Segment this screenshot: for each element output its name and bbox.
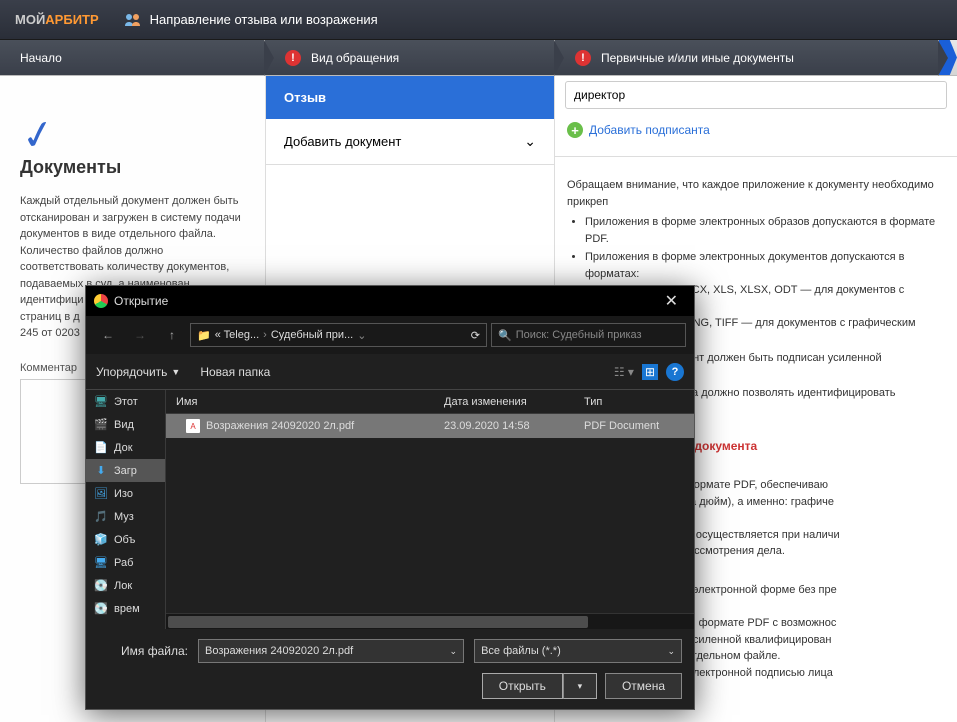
sidebar-desktop[interactable]: 🖥Раб: [86, 551, 165, 574]
organize-button[interactable]: Упорядочить ▼: [96, 365, 180, 379]
warning-icon: !: [575, 50, 591, 66]
video-icon: 🎬: [94, 418, 108, 431]
sidebar-this-pc[interactable]: 🖥Этот: [86, 390, 165, 413]
back-button[interactable]: ←: [94, 322, 122, 348]
dialog-titlebar[interactable]: Открытие ✕: [86, 286, 694, 316]
dialog-sidebar: 🖥Этот 🎬Вид 📄Док ⬇Загр 🖼Изо 🎵Муз 🧊Объ 🖥Ра…: [86, 390, 166, 629]
sidebar-videos[interactable]: 🎬Вид: [86, 413, 165, 436]
page-title-text: Направление отзыва или возражения: [150, 12, 378, 27]
col-type[interactable]: Тип: [584, 396, 694, 408]
file-open-dialog: Открытие ✕ ← → ↑ 📁 « Teleg... › Судебный…: [85, 285, 695, 710]
view-icon[interactable]: ☷ ▾: [614, 365, 634, 379]
col-name[interactable]: Имя: [166, 396, 444, 408]
disk-icon: 💽: [94, 579, 108, 592]
chevron-down-icon: ⌄: [524, 133, 536, 150]
sidebar-docs[interactable]: 📄Док: [86, 436, 165, 459]
new-folder-button[interactable]: Новая папка: [200, 365, 270, 379]
left-title: Документы: [20, 157, 245, 178]
download-icon: ⬇: [94, 464, 108, 477]
add-signer-button[interactable]: + Добавить подписанта: [555, 114, 957, 146]
folder-icon: 📁: [197, 329, 211, 342]
page-title: Направление отзыва или возражения: [114, 11, 378, 29]
document-icon: 📄: [94, 441, 108, 454]
search-icon: 🔍: [498, 329, 512, 342]
sidebar-downloads[interactable]: ⬇Загр: [86, 459, 165, 482]
open-button[interactable]: Открыть: [482, 673, 563, 699]
dialog-title: Открытие: [114, 294, 168, 308]
cube-icon: 🧊: [94, 533, 108, 546]
list-header[interactable]: Имя Дата изменения Тип: [166, 390, 694, 414]
nav-step-type[interactable]: ! Вид обращения: [265, 40, 555, 75]
plus-icon: +: [567, 122, 583, 138]
chrome-icon: [94, 294, 108, 308]
logo-part2: АРБИТР: [45, 12, 98, 27]
tab-review[interactable]: Отзыв: [266, 76, 554, 119]
sidebar-temp[interactable]: 💽врем: [86, 597, 165, 620]
checkmark-icon: ✓: [18, 77, 248, 161]
logo[interactable]: МОЙАРБИТР: [0, 12, 114, 27]
horizontal-scrollbar[interactable]: [166, 613, 694, 629]
preview-icon[interactable]: ⊞: [642, 364, 658, 380]
file-row[interactable]: A Возражения 24092020 2л.pdf 23.09.2020 …: [166, 414, 694, 438]
up-button[interactable]: ↑: [158, 322, 186, 348]
pc-icon: 🖥: [94, 395, 108, 408]
filetype-select[interactable]: Все файлы (*.*)⌄: [474, 639, 682, 663]
image-icon: 🖼: [94, 487, 108, 500]
disk-icon: 💽: [94, 602, 108, 615]
refresh-icon[interactable]: ⟳: [471, 329, 480, 342]
filename-input[interactable]: Возражения 24092020 2л.pdf⌄: [198, 639, 464, 663]
music-icon: 🎵: [94, 510, 108, 523]
col-date[interactable]: Дата изменения: [444, 396, 584, 408]
chevron-right-icon: ›: [263, 329, 267, 341]
sidebar-music[interactable]: 🎵Муз: [86, 505, 165, 528]
director-input[interactable]: [565, 81, 947, 109]
logo-part1: МОЙ: [15, 12, 45, 27]
file-list: Имя Дата изменения Тип A Возражения 2409…: [166, 390, 694, 629]
dialog-footer: Имя файла: Возражения 24092020 2л.pdf⌄ В…: [86, 629, 694, 709]
nav-step-start[interactable]: Начало: [0, 40, 265, 75]
close-button[interactable]: ✕: [657, 291, 686, 311]
add-document-button[interactable]: Добавить документ ⌄: [266, 119, 554, 165]
warning-icon: !: [285, 50, 301, 66]
pdf-icon: A: [186, 419, 200, 433]
nav-step-docs[interactable]: ! Первичные и/или иные документы: [555, 40, 939, 75]
path-breadcrumb[interactable]: 📁 « Teleg... › Судебный при... ⌄ ⟳: [190, 323, 487, 347]
desktop-icon: 🖥: [94, 556, 108, 569]
sidebar-images[interactable]: 🖼Изо: [86, 482, 165, 505]
filename-label: Имя файла:: [98, 644, 188, 658]
dialog-nav: ← → ↑ 📁 « Teleg... › Судебный при... ⌄ ⟳…: [86, 316, 694, 354]
open-dropdown[interactable]: ▾: [563, 673, 597, 699]
dropdown-icon[interactable]: ⌄: [357, 329, 366, 342]
forward-button[interactable]: →: [126, 322, 154, 348]
help-icon[interactable]: ?: [666, 363, 684, 381]
app-header: МОЙАРБИТР Направление отзыва или возраже…: [0, 0, 957, 40]
sidebar-objects[interactable]: 🧊Объ: [86, 528, 165, 551]
dialog-body: 🖥Этот 🎬Вид 📄Док ⬇Загр 🖼Изо 🎵Муз 🧊Объ 🖥Ра…: [86, 390, 694, 629]
dialog-toolbar: Упорядочить ▼ Новая папка ☷ ▾ ⊞ ?: [86, 354, 694, 390]
breadcrumb-nav: Начало ! Вид обращения ! Первичные и/или…: [0, 40, 957, 76]
people-icon: [124, 11, 142, 29]
search-input[interactable]: 🔍 Поиск: Судебный приказ: [491, 323, 686, 347]
sidebar-local[interactable]: 💽Лок: [86, 574, 165, 597]
cancel-button[interactable]: Отмена: [605, 673, 682, 699]
